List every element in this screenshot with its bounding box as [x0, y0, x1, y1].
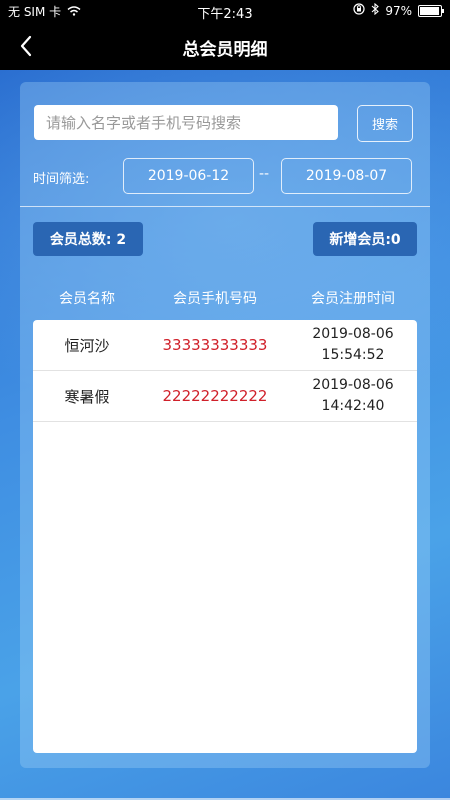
new-members-badge: 新增会员:0 — [313, 222, 417, 256]
member-phone: 33333333333 — [162, 336, 268, 354]
member-name: 恒河沙 — [64, 336, 110, 355]
date-separator: -- — [259, 166, 270, 182]
battery-icon — [418, 4, 444, 17]
main-panel: 搜索 时间筛选: 2019-06-12 -- 2019-08-07 会员总数: … — [20, 82, 430, 768]
member-name: 寒暑假 — [64, 387, 110, 406]
register-date: 2019-08-06 — [312, 377, 394, 393]
content-area: 搜索 时间筛选: 2019-06-12 -- 2019-08-07 会员总数: … — [0, 70, 450, 800]
orientation-lock-icon — [353, 3, 365, 18]
status-right: 97% — [353, 2, 444, 18]
column-header-register-time: 会员注册时间 — [311, 291, 395, 307]
register-date: 2019-08-06 — [312, 326, 394, 342]
total-members-badge: 会员总数: 2 — [33, 222, 143, 256]
end-date-picker[interactable]: 2019-08-07 — [281, 158, 412, 194]
member-register-time: 2019-08-06 14:42:40 — [289, 375, 417, 417]
page-title: 总会员明细 — [182, 40, 268, 60]
table-row[interactable]: 恒河沙 33333333333 2019-08-06 15:54:52 — [33, 320, 417, 371]
search-input[interactable] — [34, 105, 338, 140]
table-row[interactable]: 寒暑假 22222222222 2019-08-06 14:42:40 — [33, 371, 417, 422]
register-clock: 14:42:40 — [321, 398, 385, 414]
register-clock: 15:54:52 — [321, 347, 385, 363]
bluetooth-icon — [371, 2, 380, 18]
column-header-name: 会员名称 — [59, 291, 115, 307]
search-button[interactable]: 搜索 — [357, 105, 413, 142]
time-filter-label: 时间筛选: — [33, 172, 90, 187]
column-header-phone: 会员手机号码 — [173, 291, 257, 307]
divider — [20, 206, 430, 207]
start-date-picker[interactable]: 2019-06-12 — [123, 158, 254, 194]
member-phone: 22222222222 — [162, 387, 268, 405]
app-screen: 无 SIM 卡 下午2:43 97% 总会员明细 请输入名字或者手机号码搜索 搜… — [0, 0, 450, 800]
member-table: 恒河沙 33333333333 2019-08-06 15:54:52 寒暑假 … — [33, 320, 417, 753]
member-register-time: 2019-08-06 15:54:52 — [289, 324, 417, 366]
status-bar: 无 SIM 卡 下午2:43 97% — [0, 0, 450, 22]
nav-bar: 总会员明细 — [0, 22, 450, 70]
battery-percent: 97% — [385, 3, 412, 18]
